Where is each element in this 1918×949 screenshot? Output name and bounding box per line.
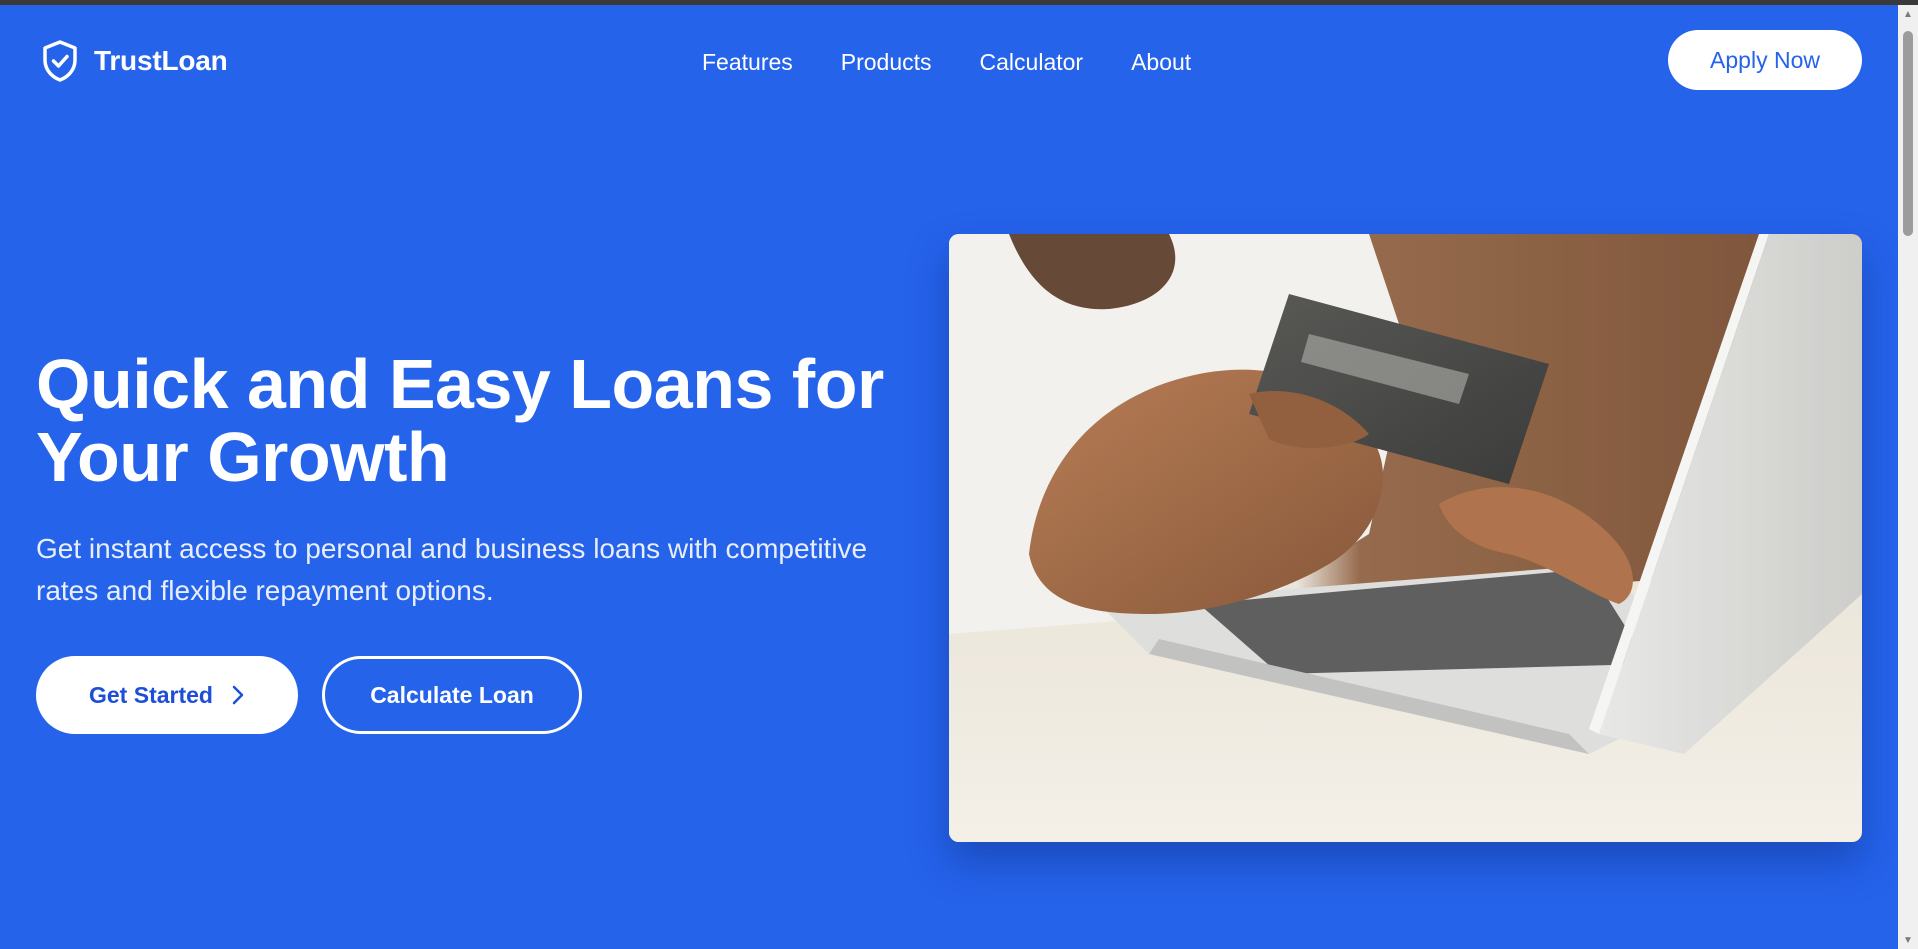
- hero-subtitle-line-2: rates and flexible repayment options.: [36, 575, 494, 606]
- get-started-button[interactable]: Get Started: [36, 656, 298, 734]
- nav-item-features[interactable]: Features: [702, 49, 793, 76]
- apply-now-button[interactable]: Apply Now: [1668, 30, 1862, 90]
- scrollbar-thumb[interactable]: [1903, 31, 1913, 236]
- main-nav: Features Products Calculator About: [702, 49, 1191, 76]
- hero-subtitle-line-1: Get instant access to personal and busin…: [36, 533, 868, 564]
- brand-logo[interactable]: TrustLoan: [40, 39, 228, 83]
- hero-subtitle: Get instant access to personal and busin…: [36, 528, 936, 612]
- brand-name: TrustLoan: [94, 45, 228, 76]
- nav-item-products[interactable]: Products: [841, 49, 932, 76]
- landing-page: TrustLoan Features Products Calculator A…: [0, 5, 1898, 949]
- hero-title-line-1: Quick and Easy Loans for: [36, 345, 884, 423]
- scroll-up-arrow-icon[interactable]: ▲: [1898, 5, 1918, 23]
- nav-item-calculator[interactable]: Calculator: [980, 49, 1084, 76]
- get-started-label: Get Started: [89, 681, 213, 708]
- vertical-scrollbar[interactable]: ▲ ▼: [1898, 5, 1918, 949]
- shield-check-icon: [43, 40, 77, 82]
- calculate-loan-button[interactable]: Calculate Loan: [322, 656, 582, 734]
- chevron-right-icon: [232, 685, 244, 705]
- scroll-down-arrow-icon[interactable]: ▼: [1898, 931, 1918, 949]
- hero-image: [949, 234, 1862, 842]
- hero-title-line-2: Your Growth: [36, 418, 450, 496]
- hero-title: Quick and Easy Loans for Your Growth: [36, 348, 936, 494]
- hero-photo-illustration: [949, 234, 1862, 842]
- nav-item-about[interactable]: About: [1131, 49, 1191, 76]
